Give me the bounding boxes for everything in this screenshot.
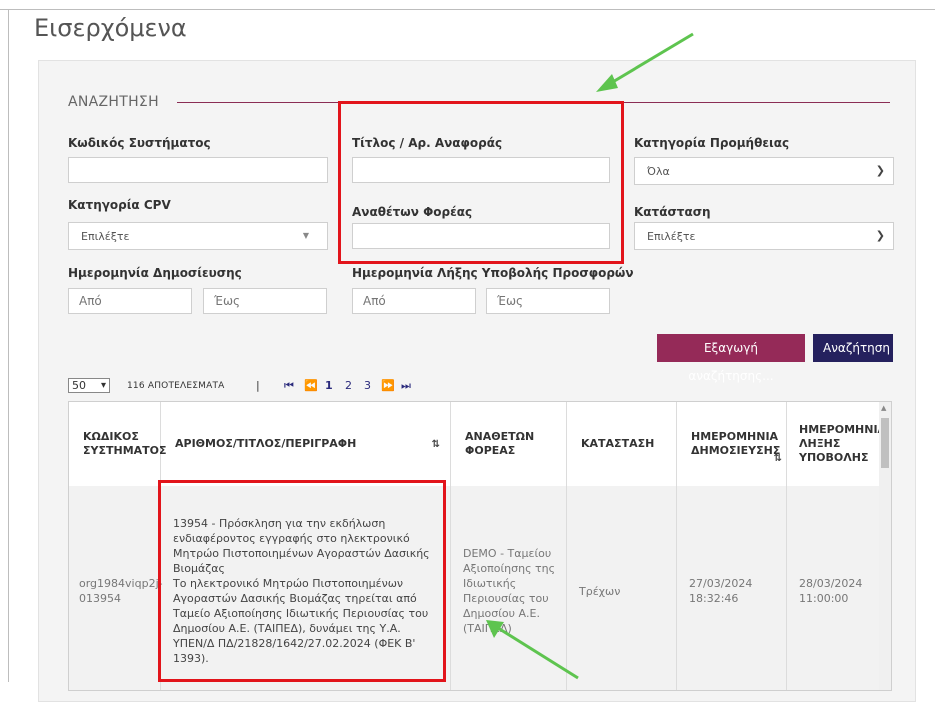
annotation-arrow-icon bbox=[486, 620, 579, 680]
next-page-icon[interactable]: ⏩ bbox=[381, 379, 395, 392]
pager-separator: | bbox=[256, 379, 260, 392]
sort-icon[interactable]: ⇅ bbox=[432, 438, 440, 452]
search-button[interactable]: Αναζήτηση bbox=[813, 334, 893, 362]
last-page-icon[interactable]: ⏭ bbox=[401, 379, 411, 393]
publication-date-from[interactable] bbox=[68, 288, 192, 314]
column-header-label: ΗΜΕΡΟΜΗΝΙΑ ΔΗΜΟΣΙΕΥΣΗΣ bbox=[691, 430, 781, 457]
column-header-label: ΚΩΔΙΚΟΣ ΣΥΣΤΗΜΑΤΟΣ bbox=[83, 430, 167, 457]
publication-date-to[interactable] bbox=[203, 288, 327, 314]
export-search-button[interactable]: Εξαγωγή αναζήτησης... bbox=[657, 334, 805, 383]
submission-deadline-from[interactable] bbox=[352, 288, 476, 314]
procurement-category-label: Κατηγορία Προμήθειας bbox=[634, 136, 790, 150]
status-select[interactable]: Επιλέξτε ❯ bbox=[634, 222, 894, 250]
scrollbar-thumb[interactable] bbox=[881, 418, 889, 468]
column-header-label: ΑΡΙΘΜΟΣ/ΤΙΤΛΟΣ/ΠΕΡΙΓΡΑΦΗ bbox=[175, 437, 357, 450]
column-header-published[interactable]: ΗΜΕΡΟΜΗΝΙΑ ΔΗΜΟΣΙΕΥΣΗΣ ⇅ bbox=[677, 402, 787, 486]
table-scrollbar[interactable]: ▲ bbox=[879, 402, 891, 690]
cpv-category-label: Κατηγορία CPV bbox=[68, 198, 171, 212]
page-link-1[interactable]: 1 bbox=[325, 379, 333, 392]
page-link-2[interactable]: 2 bbox=[345, 379, 352, 392]
column-header-status[interactable]: ΚΑΤΑΣΤΑΣΗ bbox=[567, 402, 677, 486]
caret-down-icon: ▾ bbox=[100, 380, 106, 391]
column-header-system-code[interactable]: ΚΩΔΙΚΟΣ ΣΥΣΤΗΜΑΤΟΣ bbox=[69, 402, 167, 486]
column-header-label: ΚΑΤΑΣΤΑΣΗ bbox=[581, 437, 655, 450]
procurement-category-select[interactable]: Όλα ❯ bbox=[634, 157, 894, 185]
cell-system-code: org1984viqp2j-013954 bbox=[69, 486, 163, 690]
cell-deadline: 28/03/2024 11:00:00 bbox=[787, 486, 881, 690]
highlight-box-search-fields bbox=[338, 101, 624, 264]
cpv-category-select[interactable]: Επιλέξτε ▼ bbox=[68, 222, 328, 250]
procurement-category-value: Όλα bbox=[647, 165, 670, 178]
status-value: Επιλέξτε bbox=[647, 230, 696, 243]
first-page-icon[interactable]: ⏮ bbox=[284, 379, 294, 393]
column-header-label: ΗΜΕΡΟΜΗΝΙΑ ΛΗΞΗΣ ΥΠΟΒΟΛΗΣ bbox=[799, 423, 887, 464]
status-label: Κατάσταση bbox=[634, 205, 711, 219]
submission-deadline-label: Ημερομηνία Λήξης Υποβολής Προσφορών bbox=[352, 266, 634, 280]
frame-top-border bbox=[0, 9, 935, 10]
page-link-3[interactable]: 3 bbox=[364, 379, 371, 392]
column-header-description[interactable]: ΑΡΙΘΜΟΣ/ΤΙΤΛΟΣ/ΠΕΡΙΓΡΑΦΗ ⇅ bbox=[161, 402, 451, 486]
table-header: ΚΩΔΙΚΟΣ ΣΥΣΤΗΜΑΤΟΣ ΑΡΙΘΜΟΣ/ΤΙΤΛΟΣ/ΠΕΡΙΓΡ… bbox=[69, 402, 886, 487]
publication-date-label: Ημερομηνία Δημοσίευσης bbox=[68, 266, 242, 280]
per-page-value: 50 bbox=[72, 379, 86, 392]
sort-icon[interactable]: ⇅ bbox=[774, 452, 782, 466]
prev-page-icon[interactable]: ⏪ bbox=[304, 379, 318, 392]
system-code-label: Κωδικός Συστήματος bbox=[68, 136, 211, 150]
frame-left-border bbox=[8, 9, 9, 682]
submission-deadline-to[interactable] bbox=[486, 288, 610, 314]
column-header-authority[interactable]: ΑΝΑΘΕΤΩΝ ΦΟΡΕΑΣ bbox=[451, 402, 567, 486]
search-legend: ΑΝΑΖΗΤΗΣΗ bbox=[68, 94, 159, 110]
scroll-up-icon[interactable]: ▲ bbox=[881, 404, 886, 412]
caret-down-icon: ▼ bbox=[302, 231, 309, 240]
column-header-deadline[interactable]: ΗΜΕΡΟΜΗΝΙΑ ΛΗΞΗΣ ΥΠΟΒΟΛΗΣ bbox=[787, 402, 886, 486]
system-code-input[interactable] bbox=[68, 157, 328, 183]
chevron-down-icon: ❯ bbox=[875, 164, 885, 177]
cell-published: 27/03/2024 18:32:46 bbox=[677, 486, 787, 690]
cpv-category-value: Επιλέξτε bbox=[81, 230, 130, 243]
chevron-down-icon: ❯ bbox=[875, 229, 885, 242]
per-page-select[interactable]: 50 ▾ bbox=[68, 378, 110, 393]
column-header-label: ΑΝΑΘΕΤΩΝ ΦΟΡΕΑΣ bbox=[465, 430, 535, 457]
annotation-arrow-icon bbox=[596, 32, 694, 92]
highlight-box-description bbox=[158, 480, 446, 682]
results-count: 116 ΑΠΟΤΕΛΕΣΜΑΤΑ bbox=[127, 381, 225, 391]
page-title: Εισερχόμενα bbox=[34, 14, 187, 42]
